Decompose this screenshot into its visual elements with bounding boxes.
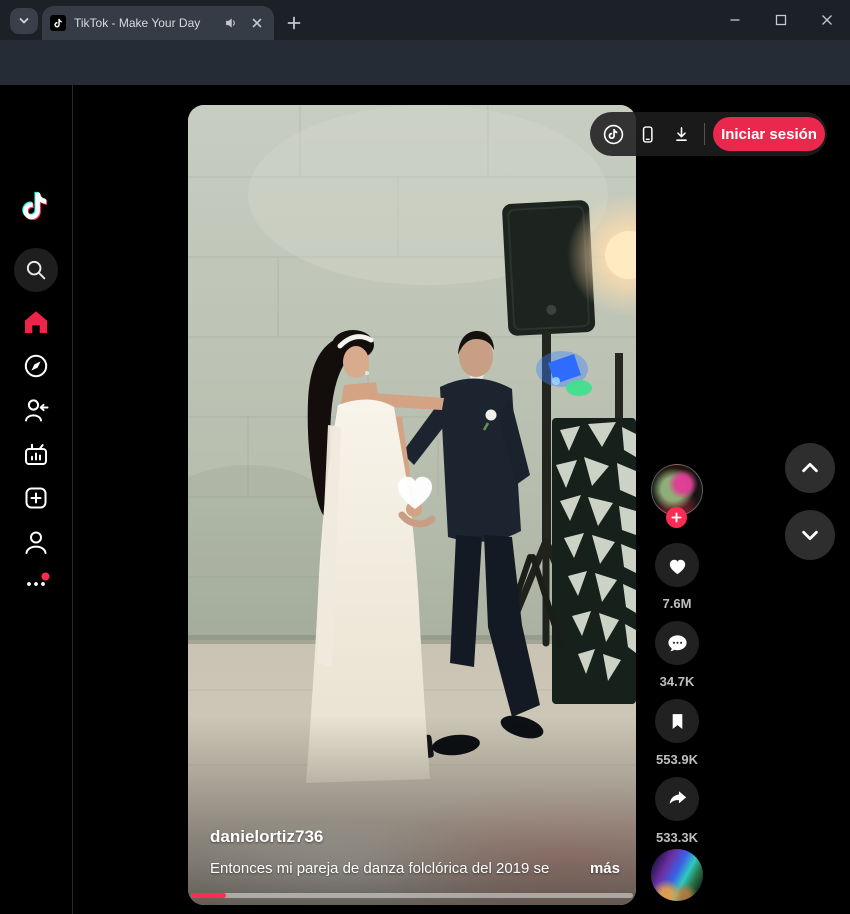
video-progress-bar[interactable] [191,893,633,898]
sidebar-divider [72,85,73,914]
caption-more-button[interactable]: más [590,860,620,877]
sidebar-item-following[interactable] [14,388,58,432]
video-player[interactable]: danielortiz736 Entonces mi pareja de dan… [188,105,636,905]
tab-audio-icon[interactable] [222,14,240,32]
sidebar-item-profile[interactable] [14,520,58,564]
window-minimize-button[interactable] [712,0,758,40]
tab-search-button[interactable] [10,8,38,34]
browser-titlebar: TikTok - Make Your Day [0,0,850,40]
decor-panel [552,418,636,704]
chevron-up-icon [802,462,818,473]
compass-icon [24,354,48,378]
get-app-button[interactable] [630,117,664,151]
sidebar-item-home[interactable] [14,300,58,344]
upload-plus-icon [25,487,47,509]
user-follow-icon [25,399,49,422]
pill-separator [704,123,705,145]
comment-count: 34.7K [659,674,695,689]
tab-close-icon[interactable] [248,14,266,32]
sidebar-item-explore[interactable] [14,344,58,388]
browser-tab[interactable]: TikTok - Make Your Day [42,6,274,40]
share-button[interactable] [655,777,699,821]
progress-fill [191,893,227,898]
tiktok-coin-icon [603,124,623,144]
tiktok-coin-button[interactable] [596,117,630,151]
home-icon [25,311,47,333]
profile-icon [25,531,47,554]
previous-video-button[interactable] [785,443,835,493]
tiktok-note-icon [22,191,48,221]
comment-icon [667,634,687,651]
heart-icon [669,559,685,574]
tiktok-sidebar [0,85,72,914]
plus-icon [671,512,682,523]
share-count: 533.3K [656,830,698,845]
browser-toolbar: tiktok.com J [0,40,850,119]
search-icon [26,260,46,280]
live-tv-icon [25,443,47,465]
sidebar-item-more[interactable] [14,560,58,604]
sidebar-item-search[interactable] [14,248,58,292]
video-toolbar-pill: Iniciar sesión [590,112,827,156]
tab-title: TikTok - Make Your Day [74,16,201,30]
like-button[interactable] [655,543,699,587]
next-video-button[interactable] [785,510,835,560]
chevron-down-icon [802,530,818,541]
download-video-button[interactable] [664,117,698,151]
video-username[interactable]: danielortiz736 [210,827,323,847]
login-button[interactable]: Iniciar sesión [713,117,825,151]
bookmark-icon [672,713,682,729]
sidebar-item-live[interactable] [14,432,58,476]
download-icon [675,126,687,141]
bookmark-button[interactable] [655,699,699,743]
share-arrow-icon [669,790,686,804]
phone-icon [642,125,653,143]
video-caption[interactable]: Entonces mi pareja de danza folclórica d… [210,860,570,877]
more-dots-icon [27,572,50,586]
window-controls [712,0,850,40]
like-count: 7.6M [662,596,692,611]
follow-plus-button[interactable] [666,507,687,528]
new-tab-button[interactable] [282,11,306,35]
window-close-button[interactable] [804,0,850,40]
sound-disc[interactable] [651,849,703,901]
tiktok-favicon-icon [50,15,66,31]
comment-button[interactable] [655,621,699,665]
tiktok-logo[interactable] [14,185,58,229]
chevron-down-icon [19,18,29,24]
bookmark-count: 553.9K [656,752,698,767]
window-maximize-button[interactable] [758,0,804,40]
sidebar-item-upload[interactable] [14,476,58,520]
